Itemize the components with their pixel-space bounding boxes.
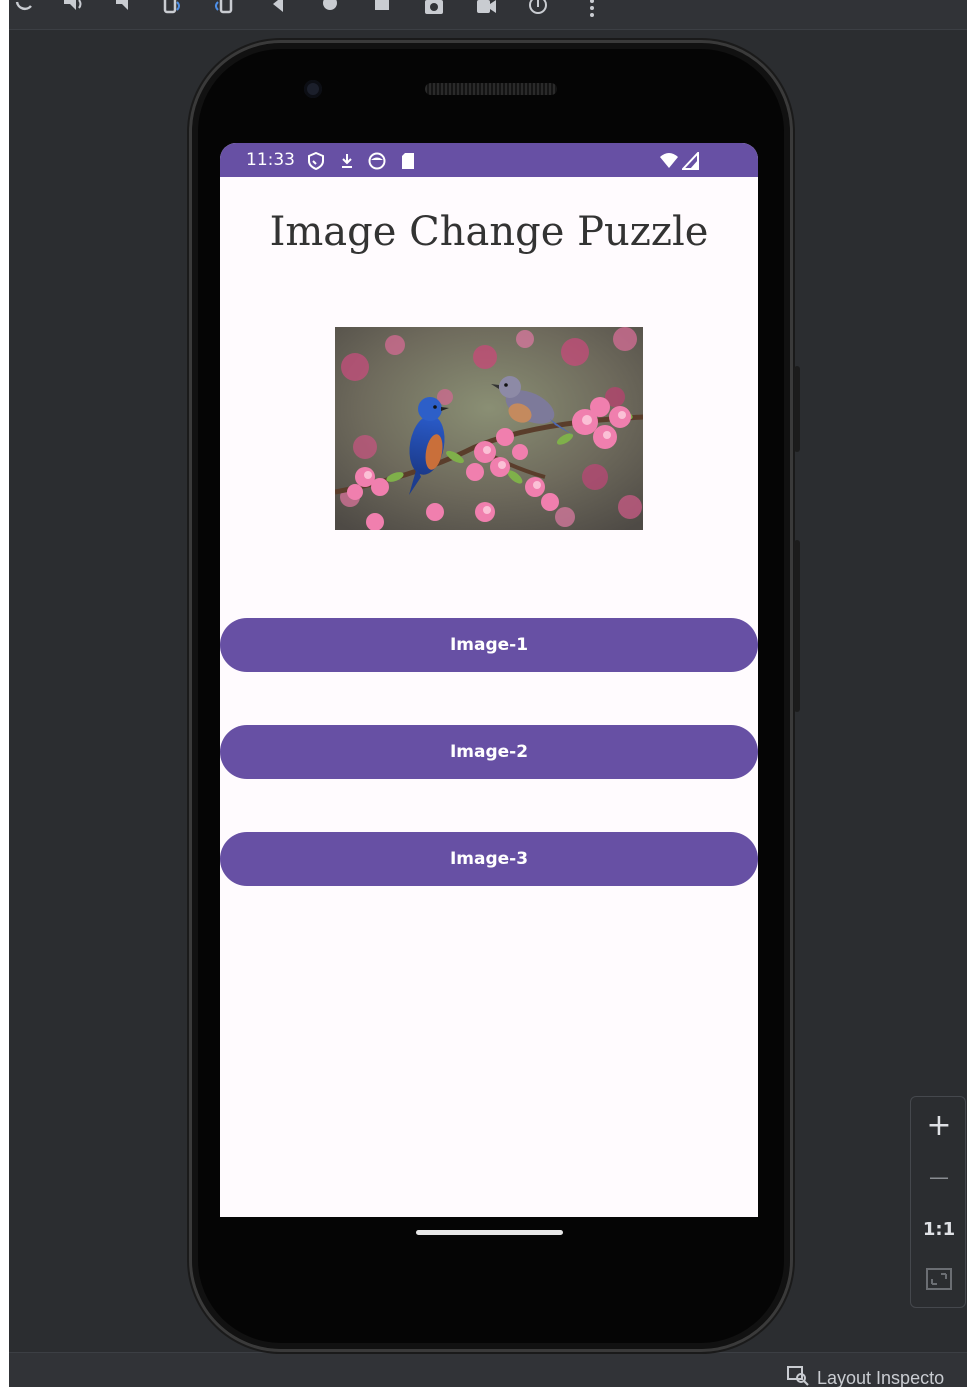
shield-icon <box>307 152 325 170</box>
volume-side-button <box>794 540 800 712</box>
emulator-toolbar <box>9 0 967 30</box>
phone-screen: 11:33 Image Change Puzzle Image-1 Image-… <box>220 143 758 1217</box>
home-indicator[interactable] <box>416 1230 563 1235</box>
overview-icon[interactable] <box>371 0 393 18</box>
sd-card-icon <box>399 152 417 170</box>
zoom-controls: + — 1:1 <box>910 1096 966 1308</box>
page-title: Image Change Puzzle <box>269 209 709 255</box>
fit-screen-icon <box>926 1268 952 1294</box>
back-icon[interactable] <box>267 0 289 18</box>
power-icon[interactable] <box>527 0 549 18</box>
status-bar: 11:33 <box>220 143 758 177</box>
birds-on-blossom-image <box>335 327 643 530</box>
home-icon[interactable] <box>319 0 341 18</box>
image-3-button[interactable]: Image-3 <box>220 832 758 886</box>
rotate-right-icon[interactable] <box>212 0 234 18</box>
rotate-left-icon[interactable] <box>161 0 183 18</box>
more-options-icon[interactable] <box>581 0 603 18</box>
actual-size-button[interactable]: 1:1 <box>911 1207 967 1251</box>
wifi-icon <box>660 152 678 170</box>
front-camera <box>304 80 322 98</box>
earpiece-speaker <box>425 83 557 95</box>
volume-down-icon[interactable] <box>111 0 133 18</box>
screenshot-icon[interactable] <box>423 0 445 18</box>
puzzle-image <box>335 327 643 530</box>
zoom-out-button[interactable]: — <box>911 1155 967 1199</box>
volume-up-icon[interactable] <box>61 0 83 18</box>
signal-icon <box>682 152 700 170</box>
layout-inspector-tab[interactable]: Layout Inspecto <box>787 1365 944 1387</box>
rotate-icon[interactable] <box>13 0 35 18</box>
image-2-button[interactable]: Image-2 <box>220 725 758 779</box>
record-screen-icon[interactable] <box>475 0 497 18</box>
download-icon <box>338 152 356 170</box>
zoom-in-button[interactable]: + <box>911 1103 967 1147</box>
face-icon <box>368 152 386 170</box>
power-side-button <box>794 366 800 452</box>
image-1-button[interactable]: Image-1 <box>220 618 758 672</box>
layout-inspector-label: Layout Inspecto <box>817 1367 945 1387</box>
status-time: 11:33 <box>246 150 295 170</box>
fit-screen-button[interactable] <box>911 1259 967 1303</box>
layout-inspector-icon <box>787 1365 809 1387</box>
emulator-bottom-bar: Layout Inspecto <box>9 1352 967 1387</box>
